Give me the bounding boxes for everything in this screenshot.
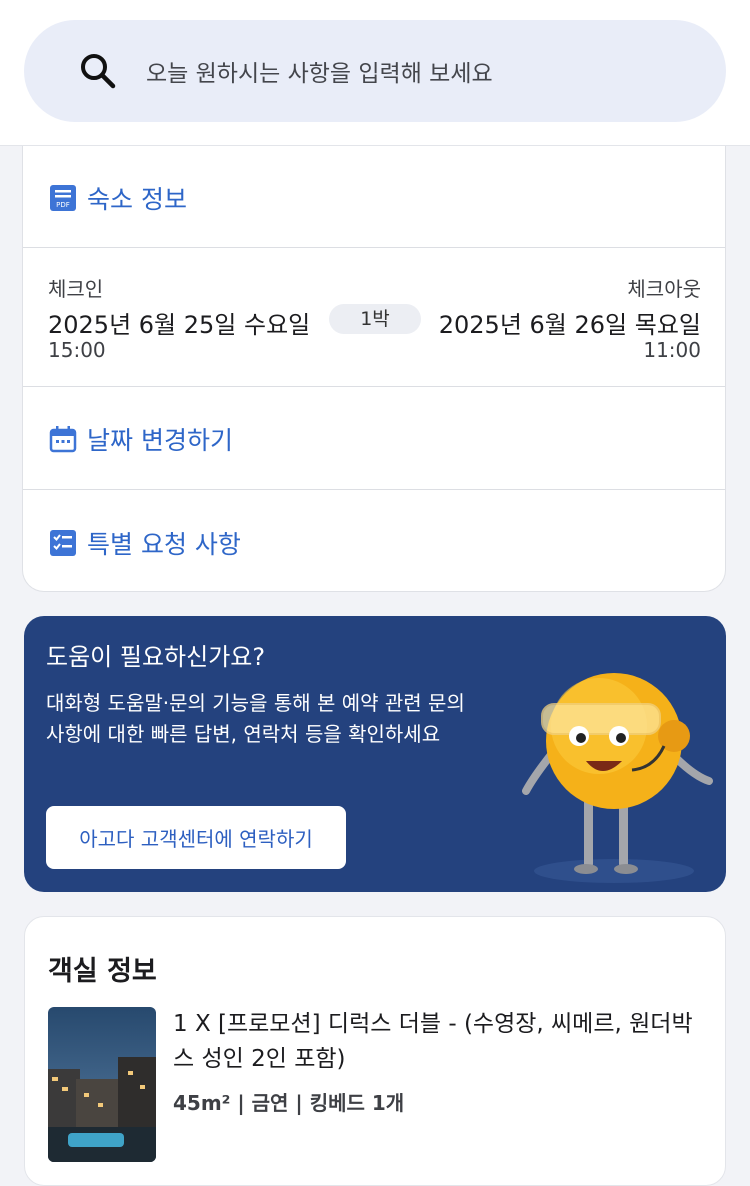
checklist-icon: [50, 530, 76, 556]
checkout-label: 체크아웃: [627, 277, 701, 301]
checkin-label: 체크인: [48, 277, 104, 301]
room-details: 45m² | 금연 | 킹베드 1개: [173, 1091, 405, 1115]
stay-dates: 체크인 2025년 6월 25일 수요일 15:00 1박 체크아웃 2025년…: [23, 248, 725, 386]
checkout-time: 11:00: [643, 338, 701, 362]
svg-text:PDF: PDF: [56, 201, 70, 209]
divider: [23, 489, 725, 490]
help-description: 대화형 도움말·문의 기능을 통해 본 예약 관련 문의 사항에 대한 빠른 답…: [46, 691, 465, 746]
pdf-icon: PDF: [50, 185, 76, 211]
room-section-title: 객실 정보: [48, 956, 157, 987]
special-requests-link[interactable]: 특별 요청 사항: [23, 525, 725, 561]
property-info-label: 숙소 정보: [87, 185, 187, 214]
search-input[interactable]: 오늘 원하시는 사항을 입력해 보세요: [146, 54, 493, 88]
change-dates-link[interactable]: 날짜 변경하기: [23, 421, 725, 457]
top-bar: 오늘 원하시는 사항을 입력해 보세요: [0, 0, 750, 146]
help-title: 도움이 필요하신가요?: [46, 643, 266, 671]
calendar-icon: [49, 426, 77, 453]
nights-badge: 1박: [329, 304, 421, 334]
room-photo[interactable]: [48, 1007, 156, 1162]
room-info-card: 객실 정보 1 X [프로모션] 디럭스 더블 - (수영장, 씨메르, 원더박…: [24, 916, 726, 1186]
contact-support-button[interactable]: 아고다 고객센터에 연락하기: [46, 806, 346, 869]
change-dates-label: 날짜 변경하기: [87, 426, 233, 455]
help-banner: 도움이 필요하신가요? 대화형 도움말·문의 기능을 통해 본 예약 관련 문의…: [24, 616, 726, 892]
property-info-link[interactable]: PDF 숙소 정보: [23, 180, 725, 216]
support-mascot-illustration: [522, 673, 713, 883]
booking-card: PDF 숙소 정보 체크인 2025년 6월 25일 수요일 15:00 1박 …: [22, 146, 726, 592]
search-icon: [81, 54, 116, 89]
checkout-date: 2025년 6월 26일 목요일: [438, 311, 701, 339]
special-requests-label: 특별 요청 사항: [87, 530, 241, 559]
room-name: 1 X [프로모션] 디럭스 더블 - (수영장, 씨메르, 원더박스 성인 2…: [173, 1011, 693, 1072]
search-bar[interactable]: 오늘 원하시는 사항을 입력해 보세요: [24, 20, 726, 122]
checkin-date: 2025년 6월 25일 수요일: [48, 311, 311, 339]
divider: [23, 386, 725, 387]
checkin-time: 15:00: [48, 338, 106, 362]
